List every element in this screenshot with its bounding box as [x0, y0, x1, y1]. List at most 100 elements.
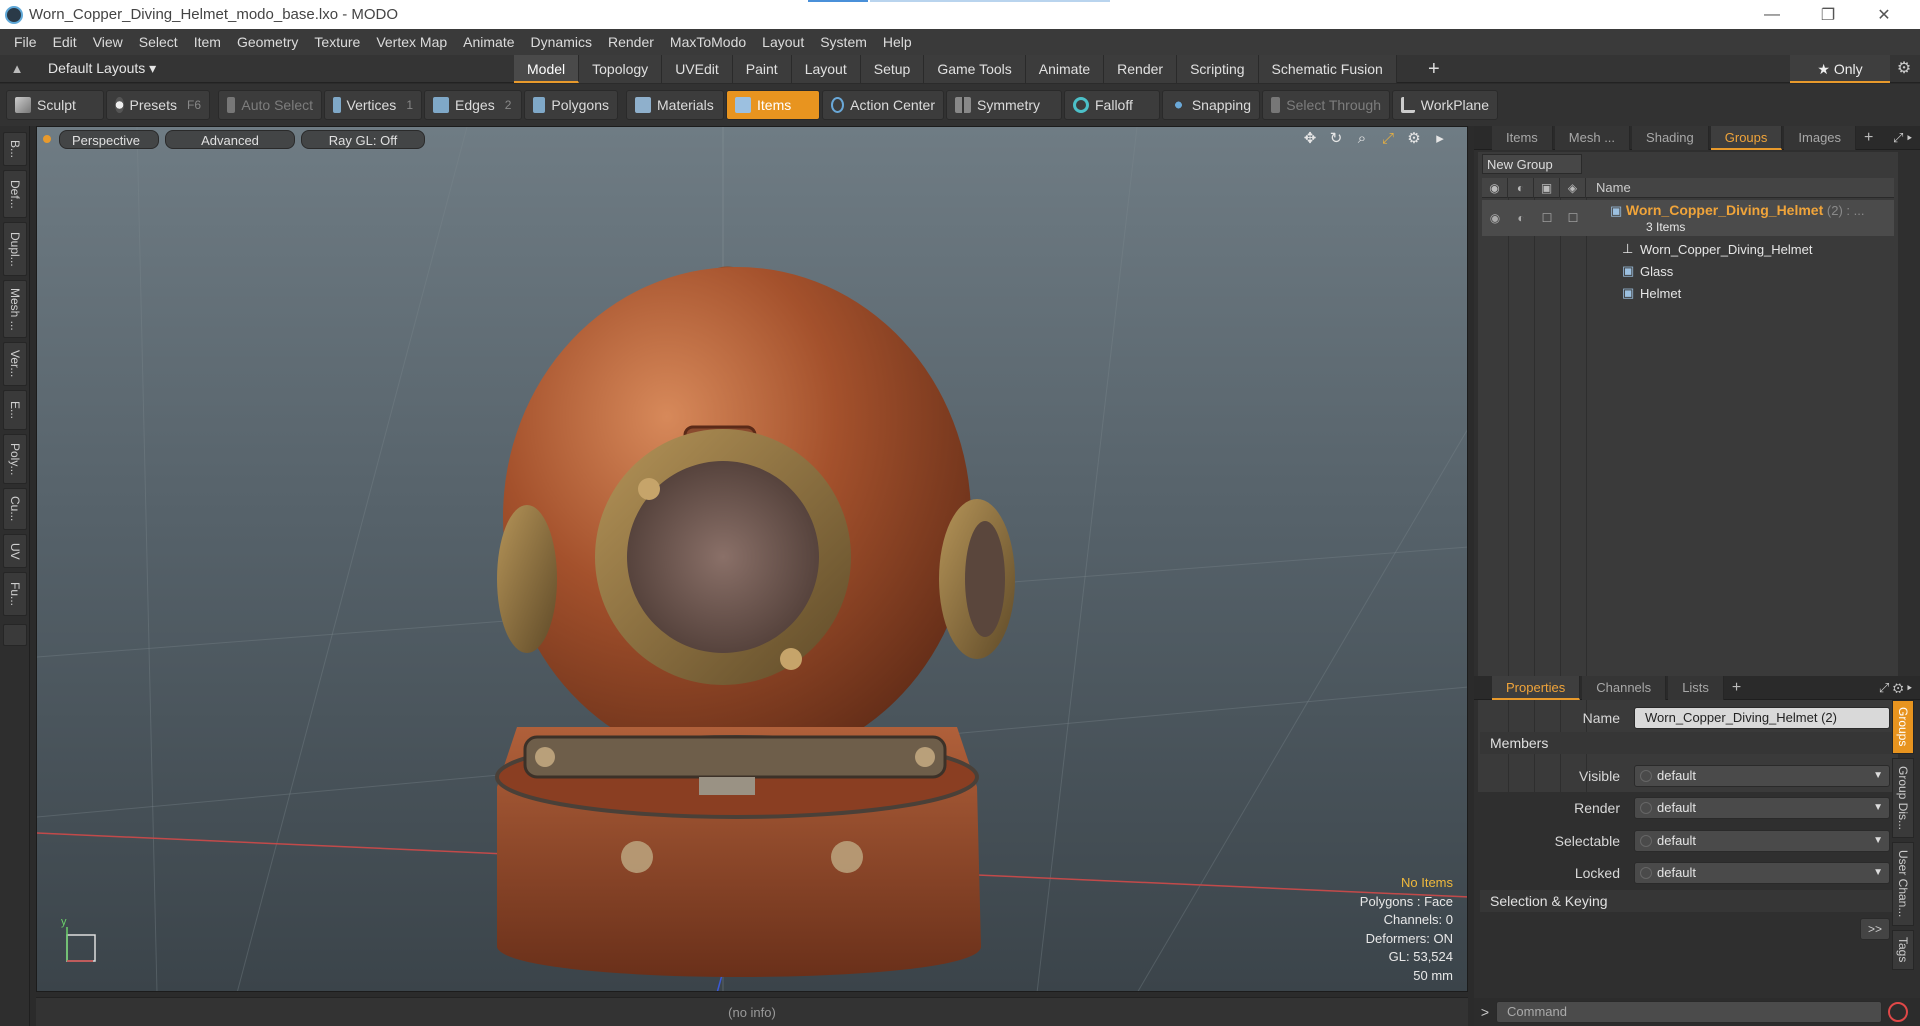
menu-edit[interactable]: Edit: [45, 29, 85, 55]
maximize-button[interactable]: ❐: [1800, 0, 1856, 29]
raygl-toggle[interactable]: Ray GL: Off: [301, 129, 425, 149]
add-layout-tab-icon[interactable]: +: [1428, 55, 1440, 83]
tab-model[interactable]: Model: [514, 55, 580, 83]
tab-layout[interactable]: Layout: [791, 55, 861, 83]
select-through-button[interactable]: Select Through: [1262, 90, 1390, 120]
tab-items[interactable]: Items: [1492, 125, 1553, 150]
fit-icon[interactable]: ⤢: [1379, 130, 1397, 148]
left-tab-duplicate[interactable]: Dupl...: [3, 222, 27, 276]
layouts-dropdown[interactable]: Default Layouts ▾: [34, 60, 214, 77]
vtab-tags[interactable]: Tags: [1892, 930, 1914, 970]
action-center-button[interactable]: Action Center: [822, 90, 944, 120]
viewport-more-icon[interactable]: ▸: [1431, 130, 1449, 148]
menu-dynamics[interactable]: Dynamics: [523, 29, 600, 55]
pan-icon[interactable]: ✥: [1301, 130, 1319, 148]
viewport-settings-icon[interactable]: ⚙: [1405, 130, 1423, 148]
lock-col-icon[interactable]: ▣: [1534, 177, 1560, 198]
left-tab-edge[interactable]: E...: [3, 390, 27, 430]
expand-button[interactable]: >>: [1860, 918, 1890, 940]
menu-item[interactable]: Item: [186, 29, 229, 55]
workplane-button[interactable]: WorkPlane: [1392, 90, 1498, 120]
left-tab-mesh[interactable]: Mesh ...: [3, 280, 27, 338]
tab-setup[interactable]: Setup: [860, 55, 925, 83]
gear-icon[interactable]: ⚙: [1888, 55, 1920, 83]
group-row[interactable]: ◉ ◐ ☐ ☐ ▣ Worn_Copper_Diving_Helmet (2) …: [1482, 200, 1894, 236]
tab-uvedit[interactable]: UVEdit: [662, 55, 733, 83]
menu-help[interactable]: Help: [875, 29, 920, 55]
tab-mesh[interactable]: Mesh ...: [1554, 125, 1631, 150]
name-field[interactable]: Worn_Copper_Diving_Helmet (2): [1634, 707, 1890, 729]
sculpt-button[interactable]: Sculpt: [6, 90, 104, 120]
symmetry-button[interactable]: Symmetry: [946, 90, 1062, 120]
presets-button[interactable]: Presets F6: [106, 90, 210, 120]
menu-view[interactable]: View: [85, 29, 131, 55]
perspective-dropdown[interactable]: Perspective: [59, 129, 159, 149]
left-strip-toggle-icon[interactable]: [3, 624, 27, 646]
left-tab-fusion[interactable]: Fu...: [3, 572, 27, 616]
left-tab-vertex[interactable]: Ver...: [3, 342, 27, 386]
left-tab-basic[interactable]: B...: [3, 132, 27, 166]
vtab-group-display[interactable]: Group Dis...: [1892, 758, 1914, 838]
group-select-icon[interactable]: ☐: [1560, 207, 1586, 229]
menu-file[interactable]: File: [6, 29, 45, 55]
new-group-button[interactable]: New Group: [1482, 154, 1582, 174]
members-section[interactable]: Members: [1480, 732, 1894, 754]
selection-keying-section[interactable]: Selection & Keying: [1480, 890, 1894, 912]
only-toggle-button[interactable]: ★ Only: [1790, 55, 1890, 83]
menu-select[interactable]: Select: [131, 29, 186, 55]
rotate-icon[interactable]: ↻: [1327, 130, 1345, 148]
falloff-button[interactable]: Falloff: [1064, 90, 1160, 120]
tab-topology[interactable]: Topology: [579, 55, 663, 83]
select-col-icon[interactable]: ◈: [1560, 177, 1586, 198]
group-visible-icon[interactable]: ◉: [1482, 207, 1508, 229]
command-record-icon[interactable]: [1888, 1002, 1908, 1022]
add-tab-icon[interactable]: +: [1864, 129, 1873, 147]
menu-maxtomodo[interactable]: MaxToModo: [662, 29, 754, 55]
selectable-select[interactable]: default ▼: [1634, 830, 1890, 852]
menu-render[interactable]: Render: [600, 29, 662, 55]
viewport-menu-icon[interactable]: [43, 135, 51, 143]
close-button[interactable]: ✕: [1856, 0, 1912, 29]
tab-scripting[interactable]: Scripting: [1177, 55, 1259, 83]
3d-viewport[interactable]: y Perspective Advanced Ray GL: Off ✥ ↻ ⌕…: [36, 126, 1468, 992]
visibility-col-icon[interactable]: ◉: [1482, 177, 1508, 198]
tab-render[interactable]: Render: [1104, 55, 1178, 83]
auto-select-button[interactable]: Auto Select: [218, 90, 322, 120]
vtab-groups[interactable]: Groups: [1892, 700, 1914, 754]
render-select[interactable]: default ▼: [1634, 797, 1890, 819]
left-tab-deform[interactable]: Def...: [3, 170, 27, 218]
group-lock-icon[interactable]: ☐: [1534, 207, 1560, 229]
expand-panel-icon[interactable]: ⤢ ▸: [1893, 126, 1912, 150]
group-render-icon[interactable]: ◐: [1508, 207, 1534, 229]
vtab-user-channels[interactable]: User Chan...: [1892, 842, 1914, 926]
tab-paint[interactable]: Paint: [732, 55, 792, 83]
tab-schematic-fusion[interactable]: Schematic Fusion: [1258, 55, 1397, 83]
tab-game-tools[interactable]: Game Tools: [924, 55, 1026, 83]
list-item[interactable]: ▣ Helmet: [1482, 282, 1894, 304]
tab-images[interactable]: Images: [1784, 125, 1857, 150]
menu-animate[interactable]: Animate: [455, 29, 522, 55]
left-tab-curve[interactable]: Cu...: [3, 488, 27, 530]
layout-home-icon[interactable]: ▲: [0, 61, 34, 76]
visible-select[interactable]: default ▼: [1634, 765, 1890, 787]
vertices-button[interactable]: Vertices 1: [324, 90, 422, 120]
locked-select[interactable]: default ▼: [1634, 862, 1890, 884]
menu-texture[interactable]: Texture: [306, 29, 368, 55]
list-item[interactable]: ▣ Glass: [1482, 260, 1894, 282]
tab-animate[interactable]: Animate: [1025, 55, 1105, 83]
advanced-dropdown[interactable]: Advanced: [165, 129, 295, 149]
polygons-button[interactable]: Polygons: [524, 90, 618, 120]
left-tab-polygon[interactable]: Poly...: [3, 434, 27, 484]
render-col-icon[interactable]: ◐: [1508, 177, 1534, 198]
command-input[interactable]: Command: [1496, 1001, 1882, 1023]
snapping-button[interactable]: Snapping: [1162, 90, 1260, 120]
list-item[interactable]: ⊥ Worn_Copper_Diving_Helmet: [1482, 238, 1894, 260]
name-column-header[interactable]: Name: [1586, 180, 1631, 195]
menu-system[interactable]: System: [812, 29, 875, 55]
items-button[interactable]: Items: [726, 90, 820, 120]
tab-shading[interactable]: Shading: [1632, 125, 1709, 150]
zoom-icon[interactable]: ⌕: [1353, 130, 1371, 148]
edges-button[interactable]: Edges 2: [424, 90, 522, 120]
menu-geometry[interactable]: Geometry: [229, 29, 306, 55]
tab-groups[interactable]: Groups: [1710, 125, 1783, 150]
